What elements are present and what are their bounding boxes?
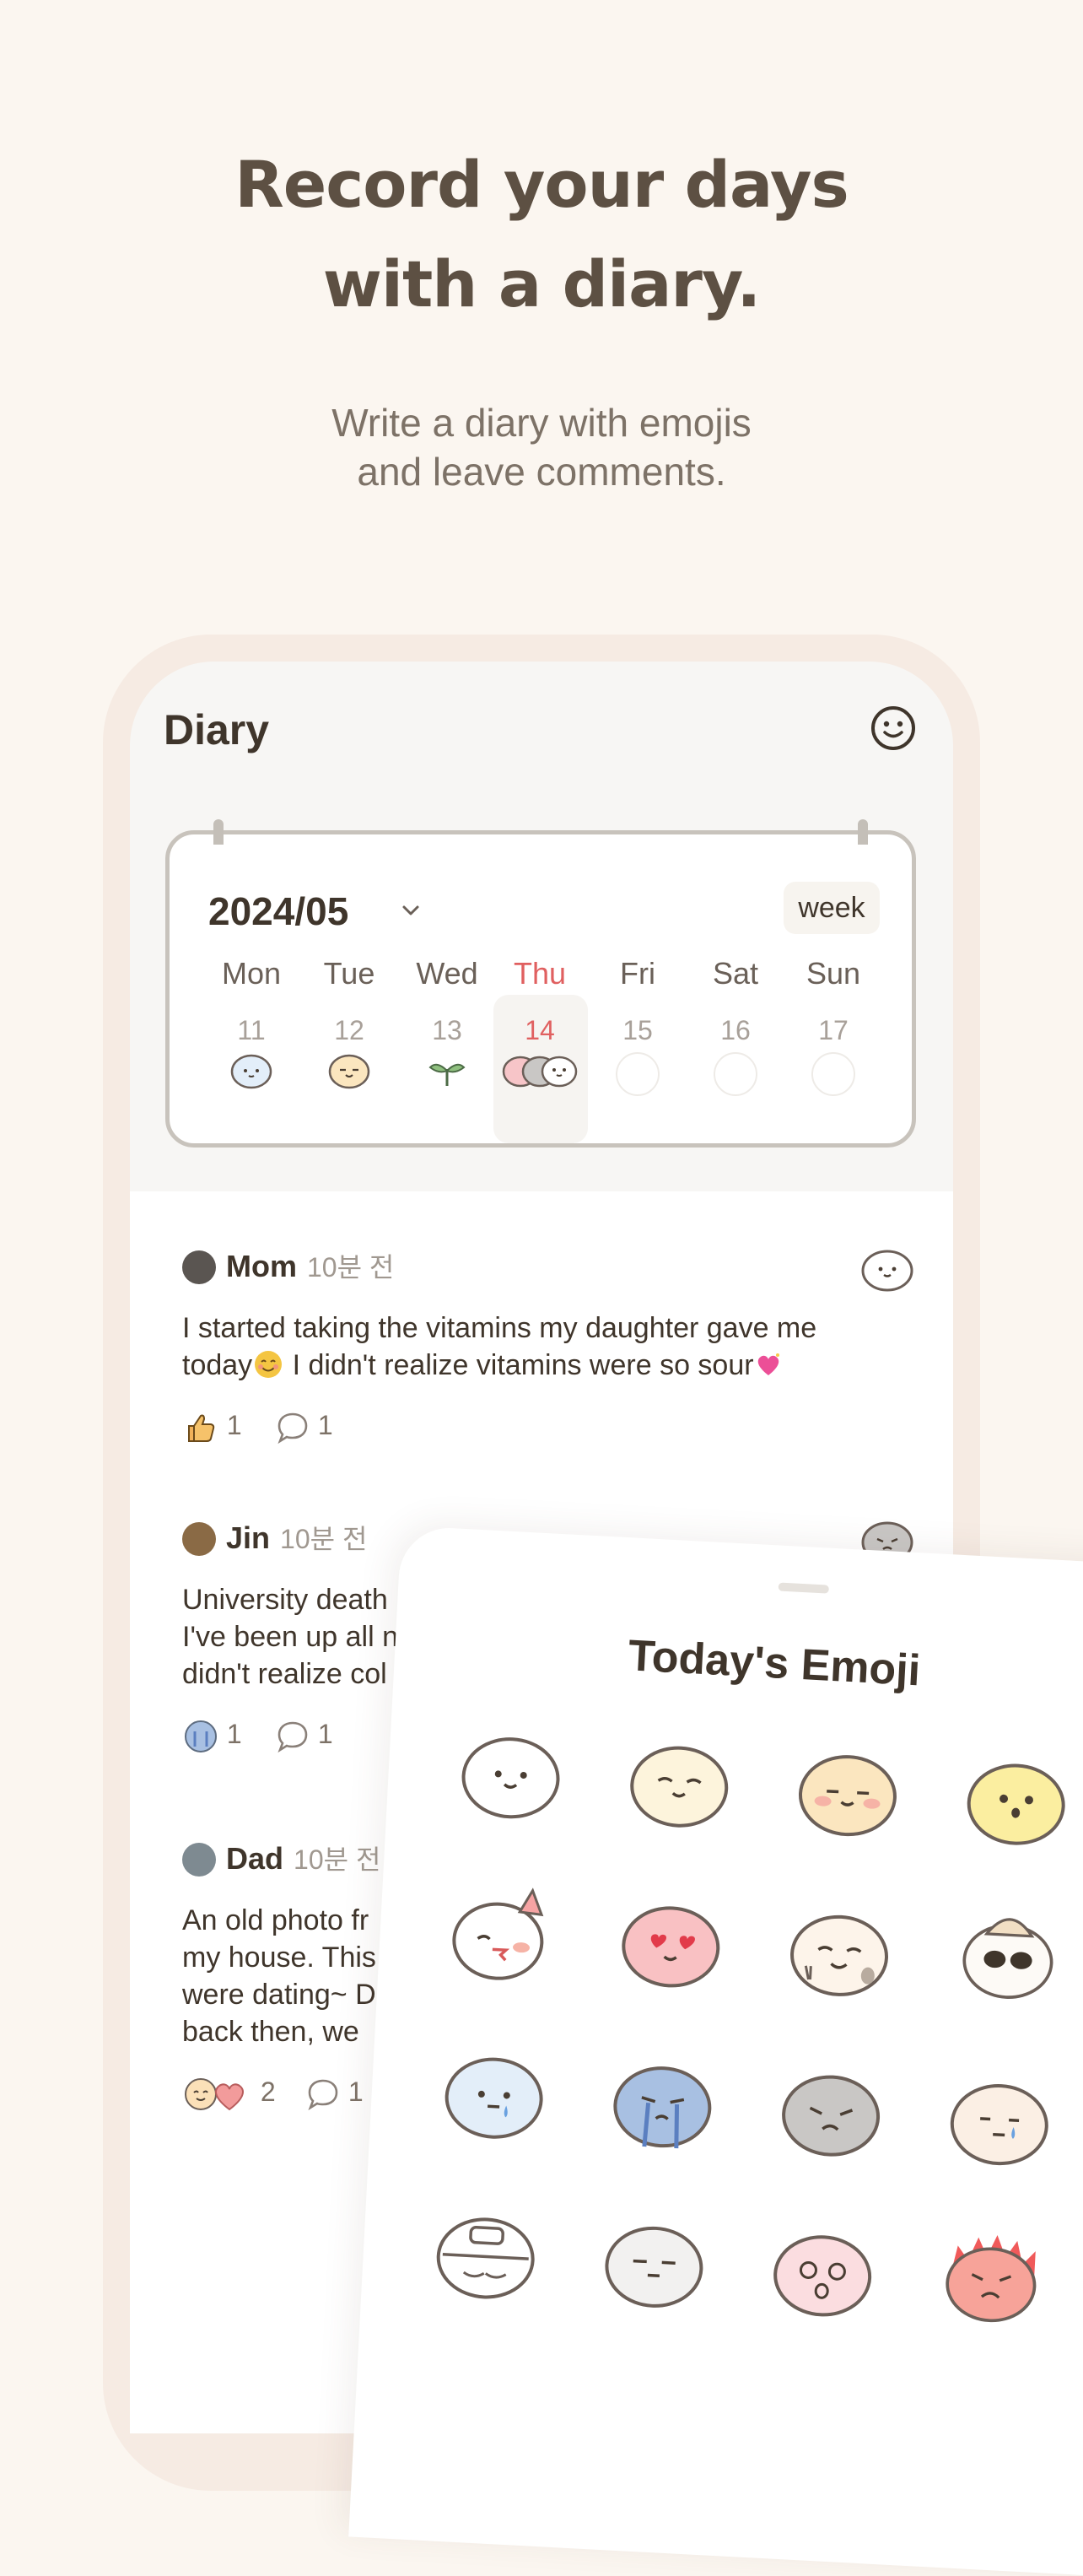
dizzy-emoji-icon[interactable] bbox=[765, 2221, 880, 2328]
app-title: Diary bbox=[164, 706, 270, 753]
day-tue[interactable]: Tue 12 bbox=[303, 953, 396, 1099]
promo-headline: Record your days with a diary. bbox=[0, 135, 1083, 334]
comment-bubble-icon bbox=[308, 2079, 338, 2110]
day-number: 11 bbox=[237, 1015, 266, 1045]
day-name: Tue bbox=[323, 956, 375, 991]
blush-content-emoji-icon[interactable] bbox=[790, 1741, 905, 1848]
yellow-content-emoji-icon bbox=[328, 1054, 370, 1089]
reaction-button[interactable]: 1 bbox=[182, 1713, 242, 1755]
post-time: 10분 전 bbox=[307, 1252, 395, 1283]
month-label[interactable]: 2024/05 bbox=[208, 888, 348, 934]
thumbs-up-icon bbox=[188, 1414, 215, 1442]
week-view-button[interactable]: week bbox=[784, 882, 880, 934]
day-fri[interactable]: Fri 15 bbox=[591, 953, 684, 1099]
reaction-button[interactable]: 2 bbox=[182, 2071, 276, 2113]
avatar[interactable] bbox=[182, 1250, 216, 1284]
reaction-count: 1 bbox=[226, 1410, 242, 1440]
white-smile-emoji-icon[interactable] bbox=[454, 1723, 568, 1830]
day-name: Thu bbox=[513, 956, 567, 991]
day-name: Wed bbox=[416, 956, 478, 991]
blue-tear-emoji-icon[interactable] bbox=[437, 2043, 552, 2150]
multi-mood-emoji-icon bbox=[502, 1056, 578, 1088]
post-body: I started taking the vitamins my daughte… bbox=[182, 1310, 908, 1384]
yummy-emoji-icon[interactable] bbox=[782, 1901, 897, 2008]
subheadline-line-1: Write a diary with emojis bbox=[331, 401, 752, 445]
smiley-face-icon[interactable] bbox=[870, 705, 916, 751]
comment-bubble-icon bbox=[277, 1721, 308, 1752]
comment-count: 1 bbox=[317, 1719, 333, 1749]
post-actions: 1 1 bbox=[182, 1404, 908, 1446]
post-time: 10분 전 bbox=[294, 1844, 381, 1875]
day-number: 14 bbox=[525, 1015, 555, 1045]
post-author[interactable]: Jin 10분 전 bbox=[226, 1517, 367, 1560]
day-name: Mon bbox=[221, 956, 282, 991]
mask-emoji-icon[interactable] bbox=[428, 2203, 543, 2310]
day-name: Sat bbox=[712, 956, 759, 991]
empty-mood-slot bbox=[714, 1052, 757, 1096]
reaction-count: 2 bbox=[260, 2076, 276, 2107]
day-sat[interactable]: Sat 16 bbox=[689, 953, 782, 1099]
blue-crying-emoji-icon[interactable] bbox=[605, 2052, 719, 2159]
gray-annoyed-emoji-icon[interactable] bbox=[596, 2212, 711, 2319]
day-number: 15 bbox=[622, 1015, 653, 1045]
post-text-line: today I didn't realize vitamins were so … bbox=[182, 1347, 908, 1384]
comment-count: 1 bbox=[348, 2076, 364, 2107]
empty-mood-slot bbox=[616, 1052, 660, 1096]
blush-smile-emoji-icon bbox=[255, 1351, 283, 1378]
avatar[interactable] bbox=[182, 1843, 216, 1877]
diary-post[interactable]: Mom 10분 전 I started taking the vitamins m… bbox=[182, 1245, 913, 1446]
empty-mood-slot bbox=[811, 1052, 855, 1096]
sunglasses-hat-emoji-icon[interactable] bbox=[951, 1901, 1065, 2008]
smile-and-heart-icon bbox=[185, 2077, 244, 2110]
post-text-line: I started taking the vitamins my daughte… bbox=[182, 1312, 817, 1344]
subheadline-line-2: and leave comments. bbox=[357, 450, 726, 494]
day-thu[interactable]: Thu 14 bbox=[493, 953, 586, 1099]
headline-line-2: with a diary. bbox=[322, 246, 762, 321]
day-name: Sun bbox=[806, 956, 861, 991]
comment-button[interactable]: 1 bbox=[275, 1713, 333, 1755]
cream-content-emoji-icon[interactable] bbox=[622, 1731, 736, 1839]
comment-button[interactable]: 1 bbox=[305, 2071, 364, 2113]
chevron-down-icon[interactable] bbox=[401, 900, 421, 921]
avatar[interactable] bbox=[182, 1522, 216, 1556]
crying-emoji-icon bbox=[185, 1720, 217, 1752]
day-number: 12 bbox=[334, 1015, 364, 1045]
day-number: 17 bbox=[818, 1015, 849, 1045]
day-wed[interactable]: Wed 13 bbox=[401, 953, 493, 1099]
sheet-title: Today's Emoji bbox=[627, 1631, 922, 1696]
comment-button[interactable]: 1 bbox=[275, 1404, 333, 1446]
day-mon[interactable]: Mon 11 bbox=[205, 953, 298, 1099]
sparkling-heart-icon bbox=[757, 1353, 779, 1375]
post-author[interactable]: Dad 10분 전 bbox=[226, 1838, 380, 1881]
gray-sad-emoji-icon[interactable] bbox=[773, 2060, 888, 2168]
day-number: 13 bbox=[432, 1015, 462, 1045]
sprout-icon bbox=[428, 1063, 466, 1086]
post-author[interactable]: Mom 10분 전 bbox=[226, 1245, 394, 1288]
angry-fire-emoji-icon[interactable] bbox=[934, 2222, 1048, 2329]
comment-bubble-icon bbox=[277, 1412, 308, 1444]
sheet-grabber[interactable] bbox=[778, 1582, 829, 1594]
promo-subheadline: Write a diary with emojis and leave comm… bbox=[0, 398, 1083, 496]
week-calendar-card: 2024/05 week Mon 11 Tue 12 Wed 13 Thu 14… bbox=[165, 819, 916, 1148]
blue-calm-emoji-icon bbox=[230, 1054, 272, 1089]
party-emoji-icon[interactable] bbox=[445, 1883, 560, 1990]
day-number: 16 bbox=[720, 1015, 751, 1045]
sweat-emoji-icon[interactable] bbox=[942, 2070, 1057, 2177]
calendar-body: 2024/05 week Mon 11 Tue 12 Wed 13 Thu 14… bbox=[180, 845, 902, 1143]
yellow-surprised-emoji-icon[interactable] bbox=[959, 1749, 1074, 1856]
headline-line-1: Record your days bbox=[234, 147, 849, 222]
post-time: 10분 전 bbox=[280, 1524, 368, 1554]
heart-eyes-emoji-icon[interactable] bbox=[613, 1892, 728, 1999]
comment-count: 1 bbox=[317, 1410, 333, 1440]
reaction-count: 1 bbox=[226, 1719, 242, 1749]
day-sun[interactable]: Sun 17 bbox=[787, 953, 880, 1099]
day-name: Fri bbox=[620, 956, 655, 991]
emoji-picker-sheet: Today's Emoji bbox=[348, 1526, 1083, 2576]
reaction-button[interactable]: 1 bbox=[182, 1404, 242, 1446]
white-smile-emoji-icon bbox=[861, 1250, 913, 1292]
